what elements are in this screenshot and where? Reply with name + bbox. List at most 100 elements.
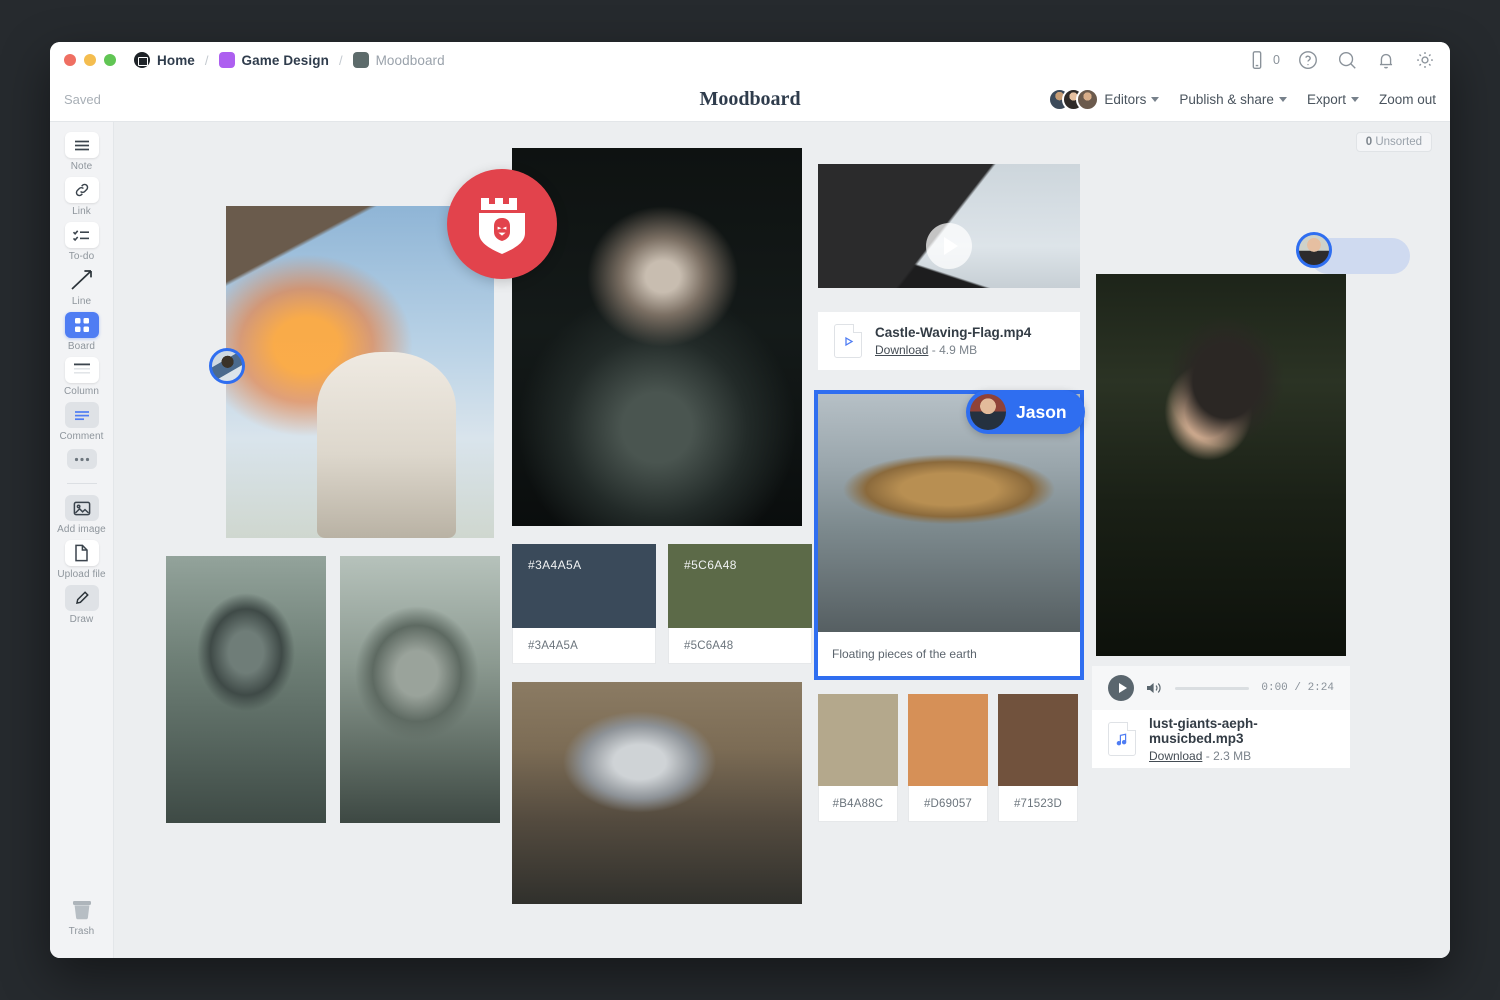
board-canvas[interactable]: 0 Unsorted #3A4A5A #3A4A5A #5C6A48 #5C6A…	[114, 122, 1450, 958]
help-icon[interactable]	[1297, 49, 1319, 71]
zoom-out-button[interactable]: Zoom out	[1379, 92, 1436, 107]
sidebar-tool-link[interactable]: Link	[54, 177, 110, 217]
sidebar-tool-add-image[interactable]: Add image	[54, 495, 110, 535]
audio-file-name: lust-giants-aeph-musicbed.mp3	[1149, 716, 1334, 746]
audio-file-row[interactable]: lust-giants-aeph-musicbed.mp3 Download -…	[1092, 710, 1350, 768]
color-swatch-card[interactable]: #71523D	[998, 694, 1078, 822]
swatch-hex-overlay: #3A4A5A	[528, 558, 582, 572]
floating-rock-caption: Floating pieces of the earth	[818, 632, 1080, 676]
dragon-castle-image[interactable]	[226, 206, 494, 538]
swatch-hex-overlay: #5C6A48	[684, 558, 737, 572]
play-icon[interactable]	[926, 223, 972, 269]
swatch-fill: #5C6A48	[668, 544, 812, 628]
collaborator-cursor-3[interactable]	[209, 348, 245, 384]
editors-menu[interactable]: Editors	[1048, 88, 1159, 111]
editor-avatars	[1048, 88, 1099, 111]
breadcrumb-item-game-design[interactable]: Game Design	[219, 52, 329, 68]
audio-file-info: lust-giants-aeph-musicbed.mp3 Download -…	[1092, 710, 1350, 768]
breadcrumb-separator-2: /	[337, 53, 345, 68]
mobile-count: 0	[1273, 53, 1280, 67]
sidebar-tool-label: Link	[72, 206, 91, 217]
castle-crest-badge[interactable]	[447, 169, 557, 279]
search-icon[interactable]	[1336, 49, 1358, 71]
unsorted-badge[interactable]: 0 Unsorted	[1356, 132, 1432, 152]
floating-rock-card[interactable]: Floating pieces of the earth	[818, 394, 1080, 676]
export-menu[interactable]: Export	[1307, 92, 1359, 107]
column-lines-icon	[72, 362, 92, 378]
swatch-fill	[998, 694, 1078, 786]
minimize-window-button[interactable]	[84, 54, 96, 66]
headdress-portrait-image[interactable]	[1096, 274, 1346, 656]
image-frame-icon	[73, 501, 91, 516]
app-window: Home / Game Design / Moodboard 0	[50, 42, 1450, 958]
board-grid-icon	[65, 312, 99, 338]
swatch-label: #71523D	[998, 786, 1078, 822]
mobile-device-button[interactable]: 0	[1246, 49, 1280, 71]
trash-icon	[65, 897, 99, 923]
settings-gear-icon[interactable]	[1414, 49, 1436, 71]
arrow-diagonal-icon	[68, 267, 96, 293]
video-file-row[interactable]: Castle-Waving-Flag.mp4 Download - 4.9 MB	[818, 312, 1080, 370]
sidebar-tool-trash[interactable]: Trash	[54, 897, 110, 937]
close-window-button[interactable]	[64, 54, 76, 66]
sidebar-tool-todo[interactable]: To-do	[54, 222, 110, 262]
sidebar-tool-draw[interactable]: Draw	[54, 585, 110, 625]
video-card[interactable]	[818, 164, 1080, 288]
line-arrow-icon	[65, 267, 99, 293]
play-icon[interactable]	[1108, 675, 1134, 701]
sidebar-more-button[interactable]	[54, 449, 110, 469]
stone-dragon-image[interactable]	[340, 556, 500, 823]
video-file-text: Castle-Waving-Flag.mp4 Download - 4.9 MB	[875, 325, 1031, 357]
color-swatch-card[interactable]: #D69057	[908, 694, 988, 822]
swatch-label: #B4A88C	[818, 786, 898, 822]
castle-video-thumbnail[interactable]	[818, 164, 1080, 288]
more-dots-icon	[67, 449, 97, 469]
color-swatch-card[interactable]: #3A4A5A #3A4A5A	[512, 544, 656, 664]
play-triangle-icon	[944, 237, 958, 255]
audio-progress-bar[interactable]	[1175, 687, 1249, 690]
title-bar: Home / Game Design / Moodboard 0	[50, 42, 1450, 78]
window-controls[interactable]	[64, 54, 116, 66]
sidebar-tool-label: Board	[68, 341, 95, 352]
notifications-bell-icon[interactable]	[1375, 49, 1397, 71]
sidebar-tool-column[interactable]: Column	[54, 357, 110, 397]
swatch-label: #D69057	[908, 786, 988, 822]
viking-helmet-image[interactable]	[512, 682, 802, 904]
slate-square-icon	[353, 52, 369, 68]
volume-icon[interactable]	[1146, 681, 1163, 695]
note-lines-icon	[73, 139, 91, 152]
breadcrumb-label-home: Home	[157, 53, 195, 68]
titlebar-actions: 0	[1246, 49, 1436, 71]
milanote-logo-icon	[134, 52, 150, 68]
unsorted-label: Unsorted	[1375, 136, 1422, 148]
breadcrumb-label-moodboard: Moodboard	[376, 53, 445, 68]
breadcrumb-item-home[interactable]: Home	[134, 52, 195, 68]
publish-share-label: Publish & share	[1179, 92, 1274, 107]
collaborator-cursor-jason[interactable]: Jason	[966, 390, 1085, 434]
publish-share-menu[interactable]: Publish & share	[1179, 92, 1287, 107]
sidebar-tool-upload-file[interactable]: Upload file	[54, 540, 110, 580]
column-icon	[65, 357, 99, 383]
collaborator-name: Jason	[1016, 402, 1067, 423]
note-icon	[65, 132, 99, 158]
blacksmith-image[interactable]	[512, 148, 802, 526]
sidebar-tool-note[interactable]: Note	[54, 132, 110, 172]
download-link[interactable]: Download	[1149, 749, 1202, 763]
breadcrumb-item-moodboard[interactable]: Moodboard	[353, 52, 445, 68]
maximize-window-button[interactable]	[104, 54, 116, 66]
audio-controls[interactable]: 0:00 / 2:24	[1092, 666, 1350, 710]
castle-crest-icon	[475, 194, 529, 254]
color-swatch-card[interactable]: #5C6A48 #5C6A48	[668, 544, 812, 664]
video-file-info: Castle-Waving-Flag.mp4 Download - 4.9 MB	[818, 312, 1080, 370]
swatch-label: #5C6A48	[668, 628, 812, 664]
collaborator-cursor-2[interactable]	[1296, 232, 1332, 268]
upload-file-icon	[65, 540, 99, 566]
color-swatch-card[interactable]: #B4A88C	[818, 694, 898, 822]
hooded-knight-image[interactable]	[166, 556, 326, 823]
download-link[interactable]: Download	[875, 343, 928, 357]
sidebar-tool-comment[interactable]: Comment	[54, 402, 110, 442]
sidebar-tool-line[interactable]: Line	[54, 267, 110, 307]
audio-player[interactable]: 0:00 / 2:24	[1092, 666, 1350, 710]
trash-can-icon	[69, 897, 95, 923]
sidebar-tool-board[interactable]: Board	[54, 312, 110, 352]
